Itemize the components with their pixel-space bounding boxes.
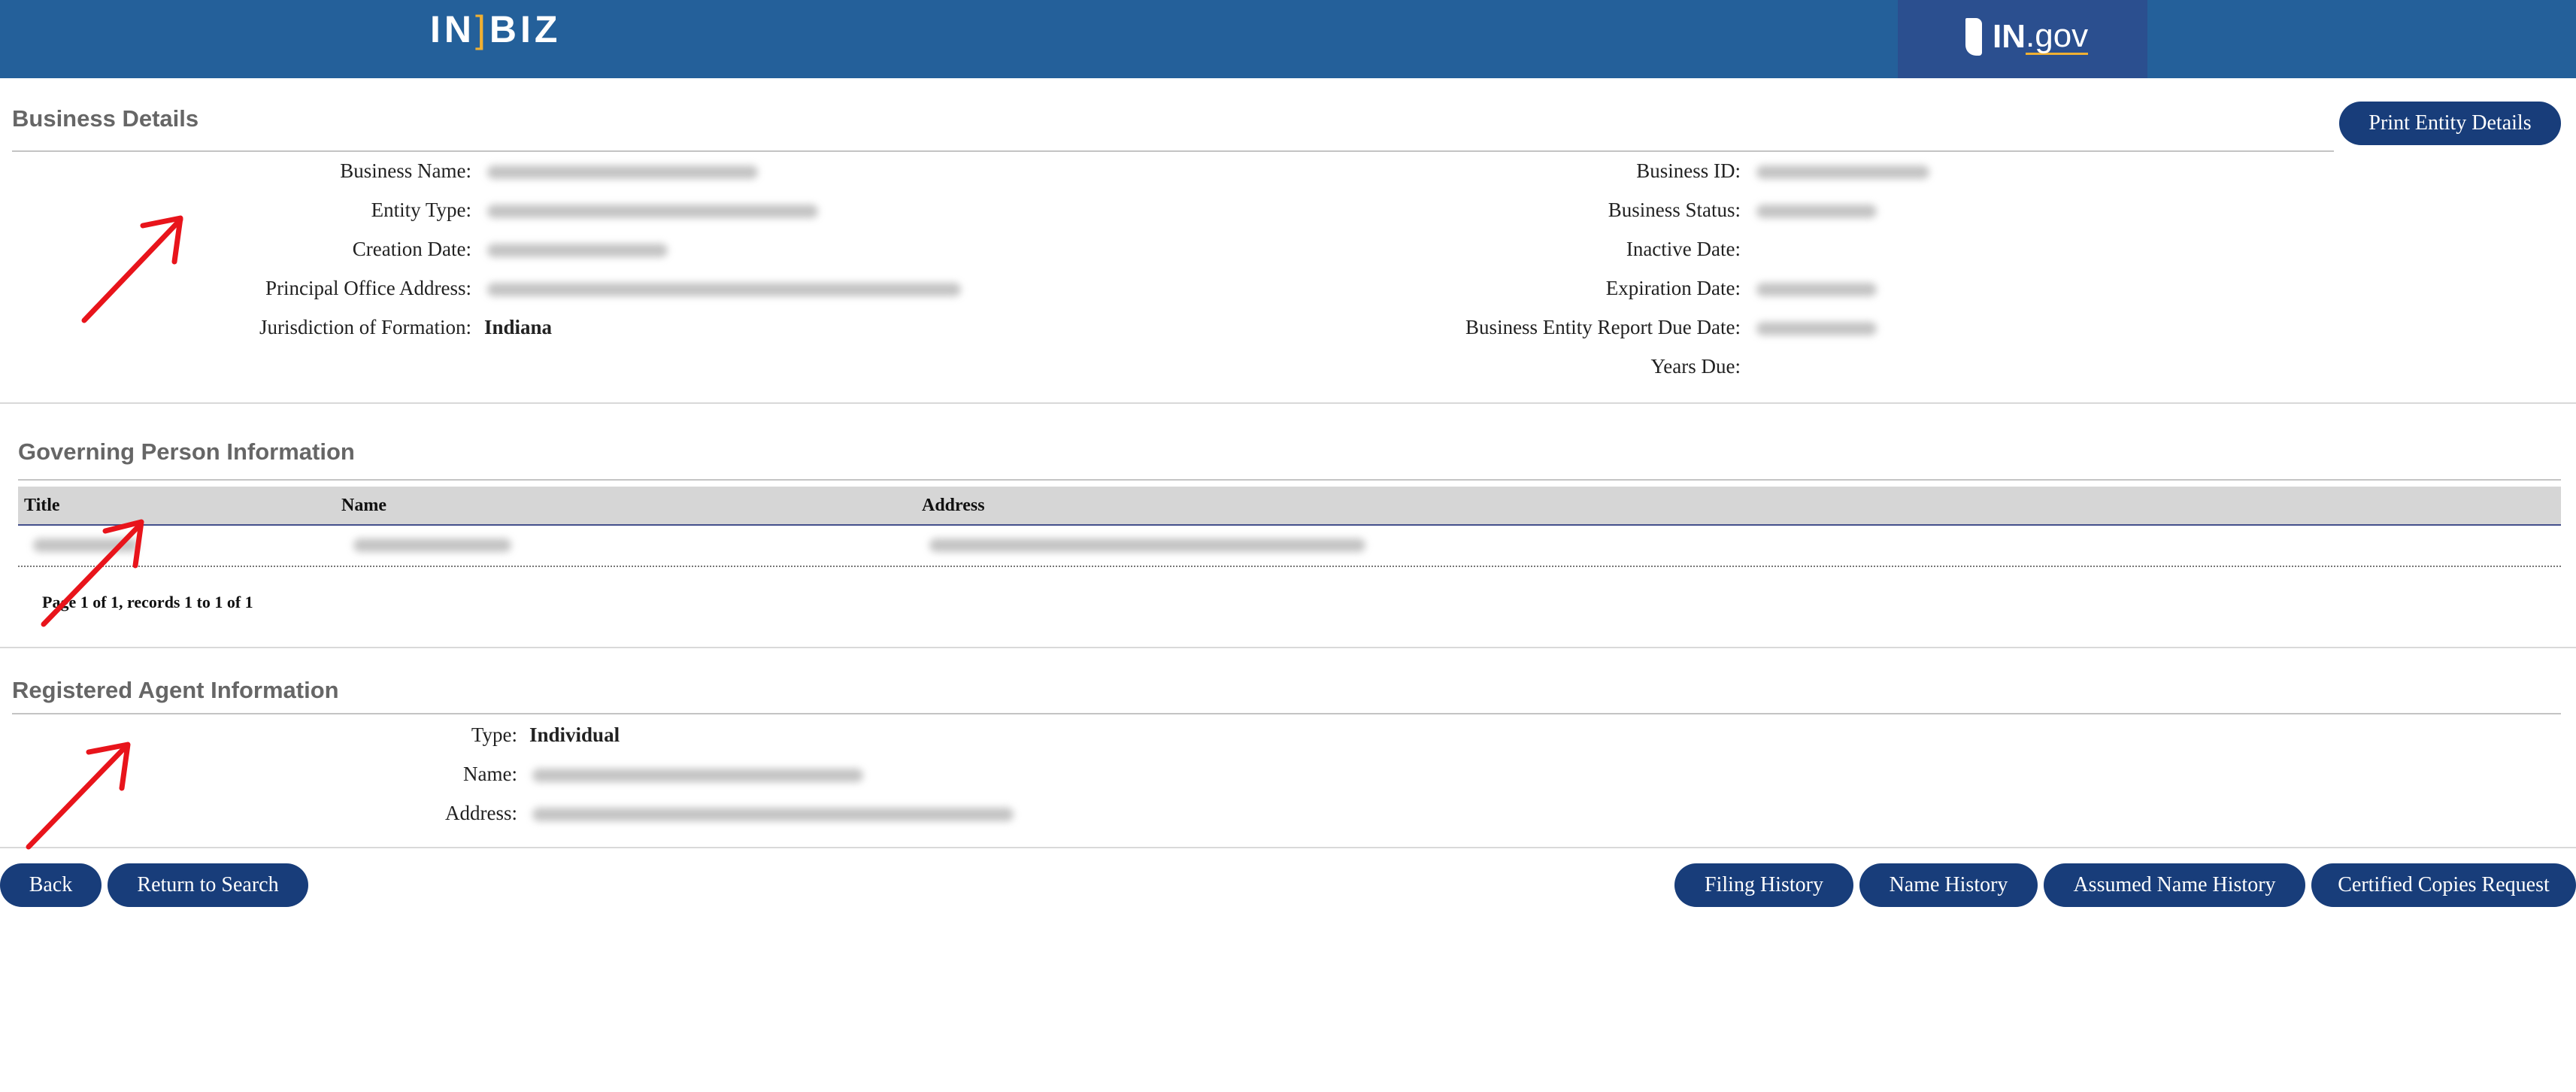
annotation-arrow-business-details xyxy=(81,215,183,323)
annotation-arrows xyxy=(26,215,183,850)
annotation-arrow-governing xyxy=(41,519,144,627)
annotation-arrow-registered-agent xyxy=(26,742,131,850)
